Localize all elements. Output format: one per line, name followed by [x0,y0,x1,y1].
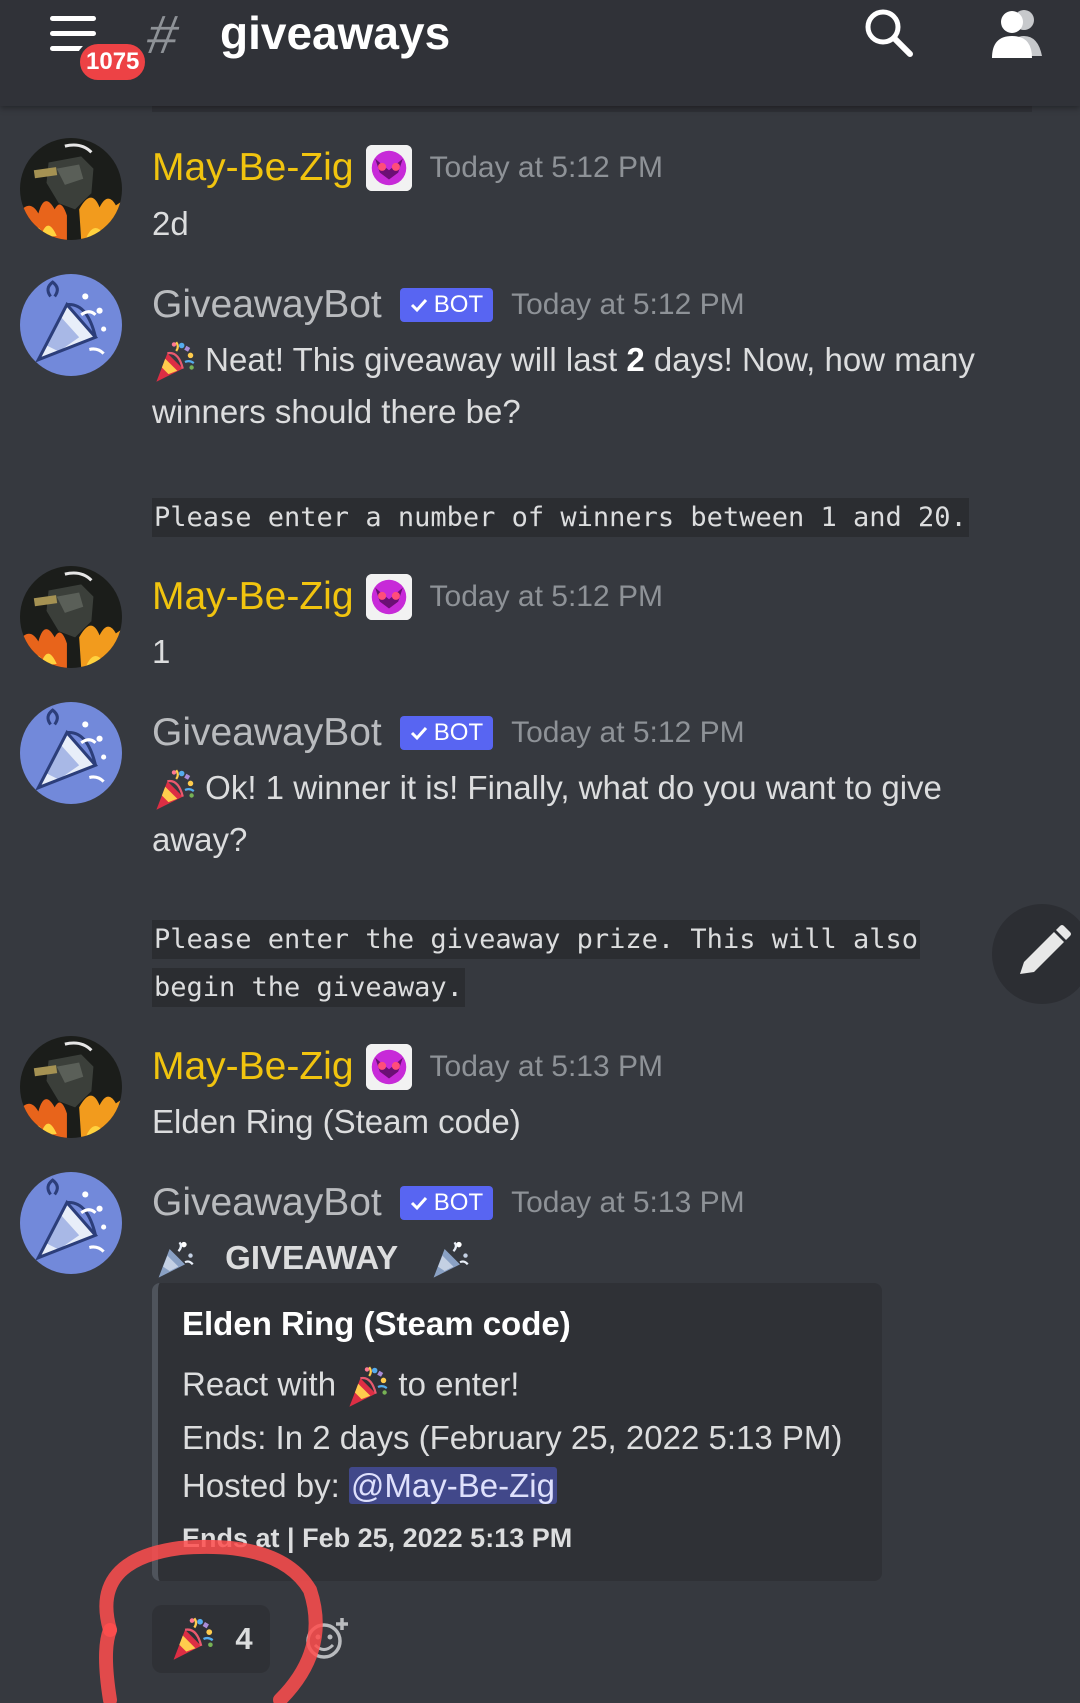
message-header: GiveawayBot BOT Today at 5:12 PM [152,280,745,330]
channel-hash-icon: # [142,5,184,65]
message-text: Elden Ring (Steam code) [152,1103,521,1140]
username[interactable]: GiveawayBot [152,711,382,755]
channel-header: 1075 # giveaways [0,0,1080,106]
bot-tag-label: BOT [433,719,484,746]
timestamp: Today at 5:12 PM [511,716,745,749]
bot-tag-label: BOT [433,291,484,318]
pencil-icon [1020,925,1071,974]
checkmark-icon [410,298,427,313]
search-icon[interactable] [862,6,916,60]
avatar[interactable] [20,702,122,804]
code-block: Please enter a number of winners between… [152,494,969,542]
unread-badge: 1075 [76,40,150,84]
tada-icon [152,768,196,812]
edit-button[interactable] [992,904,1080,1004]
avatar[interactable] [20,1036,122,1138]
timestamp: Today at 5:12 PM [429,151,664,184]
code-block: Please enter the giveaway prize. This wi… [152,916,921,964]
message-text: Neat! This giveaway will last 2 days! No… [152,334,1032,438]
message-text-bold: 2 [626,341,645,378]
role-badge-icon [365,145,412,191]
code-block: begin the giveaway. [152,964,465,1012]
checkmark-icon [410,726,427,741]
username[interactable]: May-Be-Zig [152,1045,354,1089]
username[interactable]: GiveawayBot [152,1181,382,1225]
embed-text: React with [182,1365,346,1403]
message-header: May-Be-Zig Today at 5:12 PM [152,143,663,193]
message-header: May-Be-Zig Today at 5:13 PM [152,1042,663,1092]
avatar[interactable] [20,566,122,668]
reaction-button[interactable]: 4 [152,1605,270,1673]
add-reaction-icon[interactable] [302,1614,352,1664]
embed-host-line: Hosted by: @May-Be-Zig [182,1467,557,1505]
reaction-count: 4 [235,1621,253,1656]
avatar[interactable] [20,274,122,376]
message-text: 1 [152,633,171,670]
checkmark-icon [410,1196,427,1211]
tada-icon [152,340,196,384]
members-icon[interactable] [986,6,1046,60]
username[interactable]: May-Be-Zig [152,146,354,190]
channel-title[interactable]: giveaways [220,6,450,60]
message-text-part: Neat! This giveaway will last [196,341,627,378]
tada-icon [169,1616,215,1662]
tada-icon [345,1365,389,1409]
giveaway-heading: GIVEAWAY [152,1232,1032,1284]
username[interactable]: GiveawayBot [152,283,382,327]
embed-ends-line: Ends: In 2 days (February 25, 2022 5:13 … [182,1419,843,1456]
bot-tag: BOT [399,1186,494,1220]
embed-text: to enter! [389,1365,520,1403]
role-badge-icon [365,574,412,620]
message-text-part: Ok! 1 winner it is! Finally, what do you… [152,769,942,858]
avatar[interactable] [20,1172,122,1274]
code-line: Please enter the giveaway prize. This wi… [152,920,921,959]
code-line: Please enter a number of winners between… [152,498,969,537]
timestamp: Today at 5:12 PM [429,580,664,613]
message-text: Ok! 1 winner it is! Finally, what do you… [152,762,1032,866]
embed-title: Elden Ring (Steam code) [182,1305,571,1342]
embed-footer: Ends at | Feb 25, 2022 5:13 PM [182,1523,573,1553]
code-line: begin the giveaway. [152,968,465,1007]
embed-text: Hosted by: [182,1467,349,1504]
username[interactable]: May-Be-Zig [152,575,354,619]
bot-tag: BOT [399,716,494,750]
giveaway-embed: Elden Ring (Steam code) React with to en… [152,1283,882,1581]
timestamp: Today at 5:13 PM [429,1050,664,1083]
bot-tag-label: BOT [433,1189,484,1216]
message-header: May-Be-Zig Today at 5:12 PM [152,572,663,622]
message-text: 2d [152,205,189,242]
role-badge-icon [365,1044,412,1090]
message-header: GiveawayBot BOT Today at 5:12 PM [152,708,745,758]
timestamp: Today at 5:12 PM [511,288,745,321]
confetti-icon [152,1238,196,1282]
embed-react-line: React with to enter! [182,1365,519,1409]
bot-tag: BOT [399,288,494,322]
confetti-icon [427,1238,471,1282]
message-header: GiveawayBot BOT Today at 5:13 PM [152,1178,745,1228]
avatar[interactable] [20,138,122,240]
timestamp: Today at 5:13 PM [511,1186,745,1219]
giveaway-label: GIVEAWAY [225,1239,399,1276]
user-mention[interactable]: @May-Be-Zig [348,1467,557,1504]
